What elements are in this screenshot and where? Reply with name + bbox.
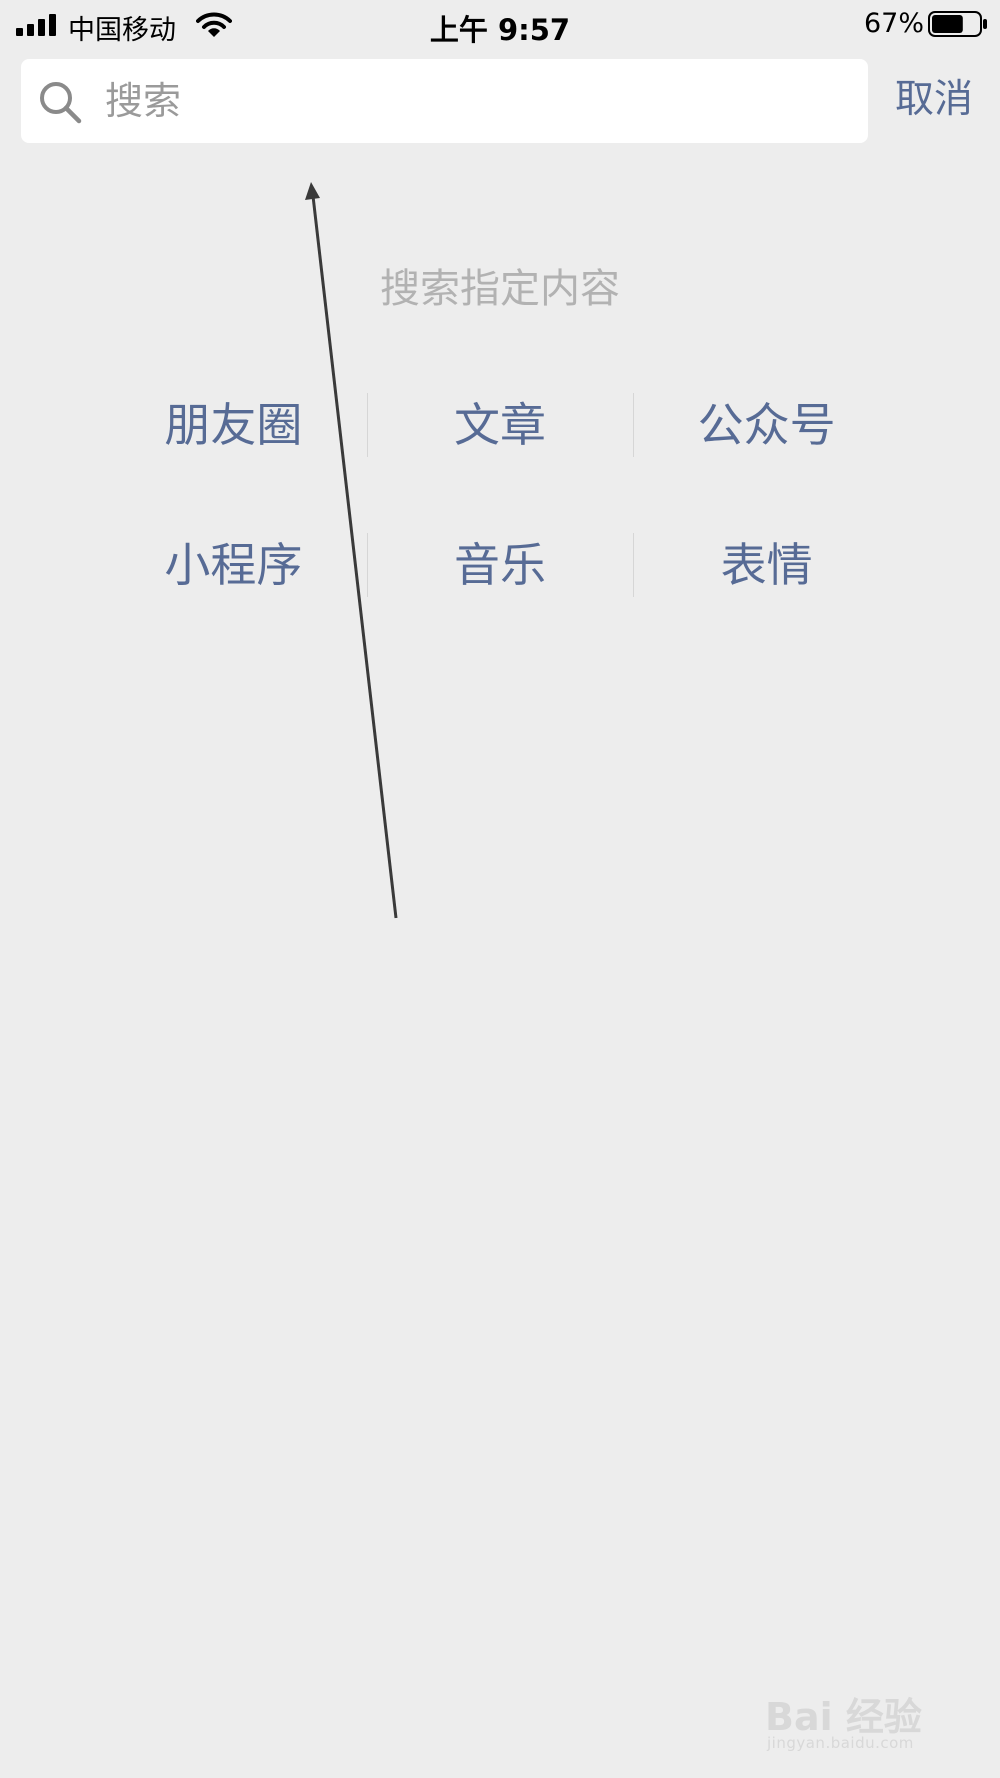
category-articles[interactable]: 文章 (366, 385, 634, 465)
category-official-accounts[interactable]: 公众号 (633, 385, 900, 465)
status-bar: 中国移动 上午 9:57 67% (0, 0, 1000, 50)
category-grid: 朋友圈 文章 公众号 小程序 音乐 表情 (100, 385, 900, 665)
category-moments[interactable]: 朋友圈 (100, 385, 367, 465)
search-icon (40, 82, 82, 124)
search-box[interactable] (21, 59, 868, 143)
battery-percent: 67% (863, 8, 924, 39)
category-stickers[interactable]: 表情 (633, 525, 900, 605)
battery-icon (928, 11, 987, 37)
search-input[interactable] (105, 59, 845, 143)
category-row: 小程序 音乐 表情 (100, 525, 900, 605)
watermark-brand: Bai 经验 (765, 1695, 922, 1739)
category-row: 朋友圈 文章 公众号 (100, 385, 900, 465)
category-mini-programs[interactable]: 小程序 (100, 525, 367, 605)
search-hint: 搜索指定内容 (380, 266, 620, 312)
cancel-button[interactable]: 取消 (895, 69, 985, 131)
status-time: 上午 9:57 (429, 13, 571, 47)
baidu-watermark: Bai 经验 jingyan.baidu.com (765, 1668, 965, 1758)
category-music[interactable]: 音乐 (366, 525, 634, 605)
watermark-url: jingyan.baidu.com (767, 1734, 914, 1752)
